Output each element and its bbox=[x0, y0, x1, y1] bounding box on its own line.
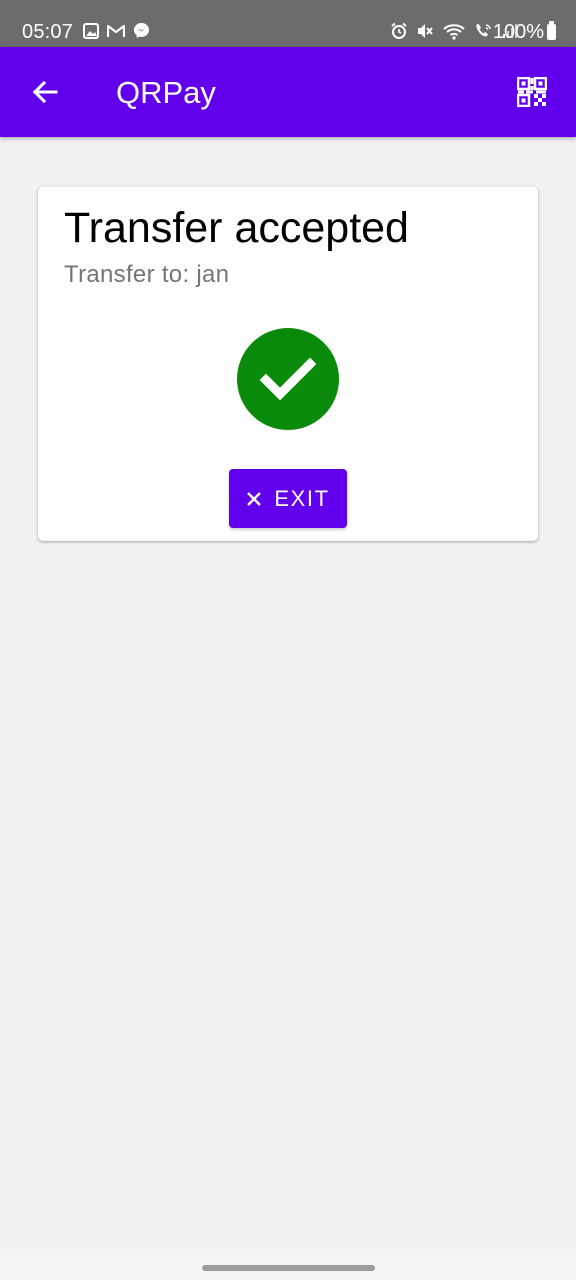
qr-code-icon bbox=[517, 77, 547, 107]
gmail-icon bbox=[107, 24, 125, 38]
wifi-icon bbox=[442, 22, 466, 40]
mute-icon bbox=[416, 22, 434, 40]
back-button[interactable] bbox=[22, 69, 68, 115]
check-circle-icon bbox=[237, 328, 339, 430]
qr-scan-button[interactable] bbox=[510, 70, 554, 114]
arrow-back-icon bbox=[31, 78, 59, 106]
status-bar: 05:07 100% bbox=[0, 0, 576, 47]
home-gesture-handle[interactable] bbox=[202, 1265, 375, 1271]
status-time: 05:07 bbox=[22, 21, 74, 43]
app-bar: QRPay bbox=[0, 47, 576, 137]
wifi-call-icon bbox=[474, 22, 494, 40]
app-title: QRPay bbox=[116, 75, 216, 110]
exit-button-label: EXIT bbox=[274, 485, 330, 511]
transfer-result-card: Transfer accepted Transfer to: jan EXIT bbox=[38, 187, 538, 541]
battery-percentage: 100% bbox=[492, 21, 544, 43]
card-title: Transfer accepted bbox=[64, 204, 409, 252]
exit-button[interactable]: EXIT bbox=[229, 469, 347, 528]
close-icon bbox=[246, 491, 262, 507]
battery-icon bbox=[547, 21, 556, 40]
card-subtitle: Transfer to: jan bbox=[64, 261, 230, 288]
status-notification-icons bbox=[83, 22, 150, 39]
messenger-icon bbox=[133, 22, 150, 39]
alarm-icon bbox=[390, 22, 408, 40]
image-icon bbox=[83, 22, 99, 39]
